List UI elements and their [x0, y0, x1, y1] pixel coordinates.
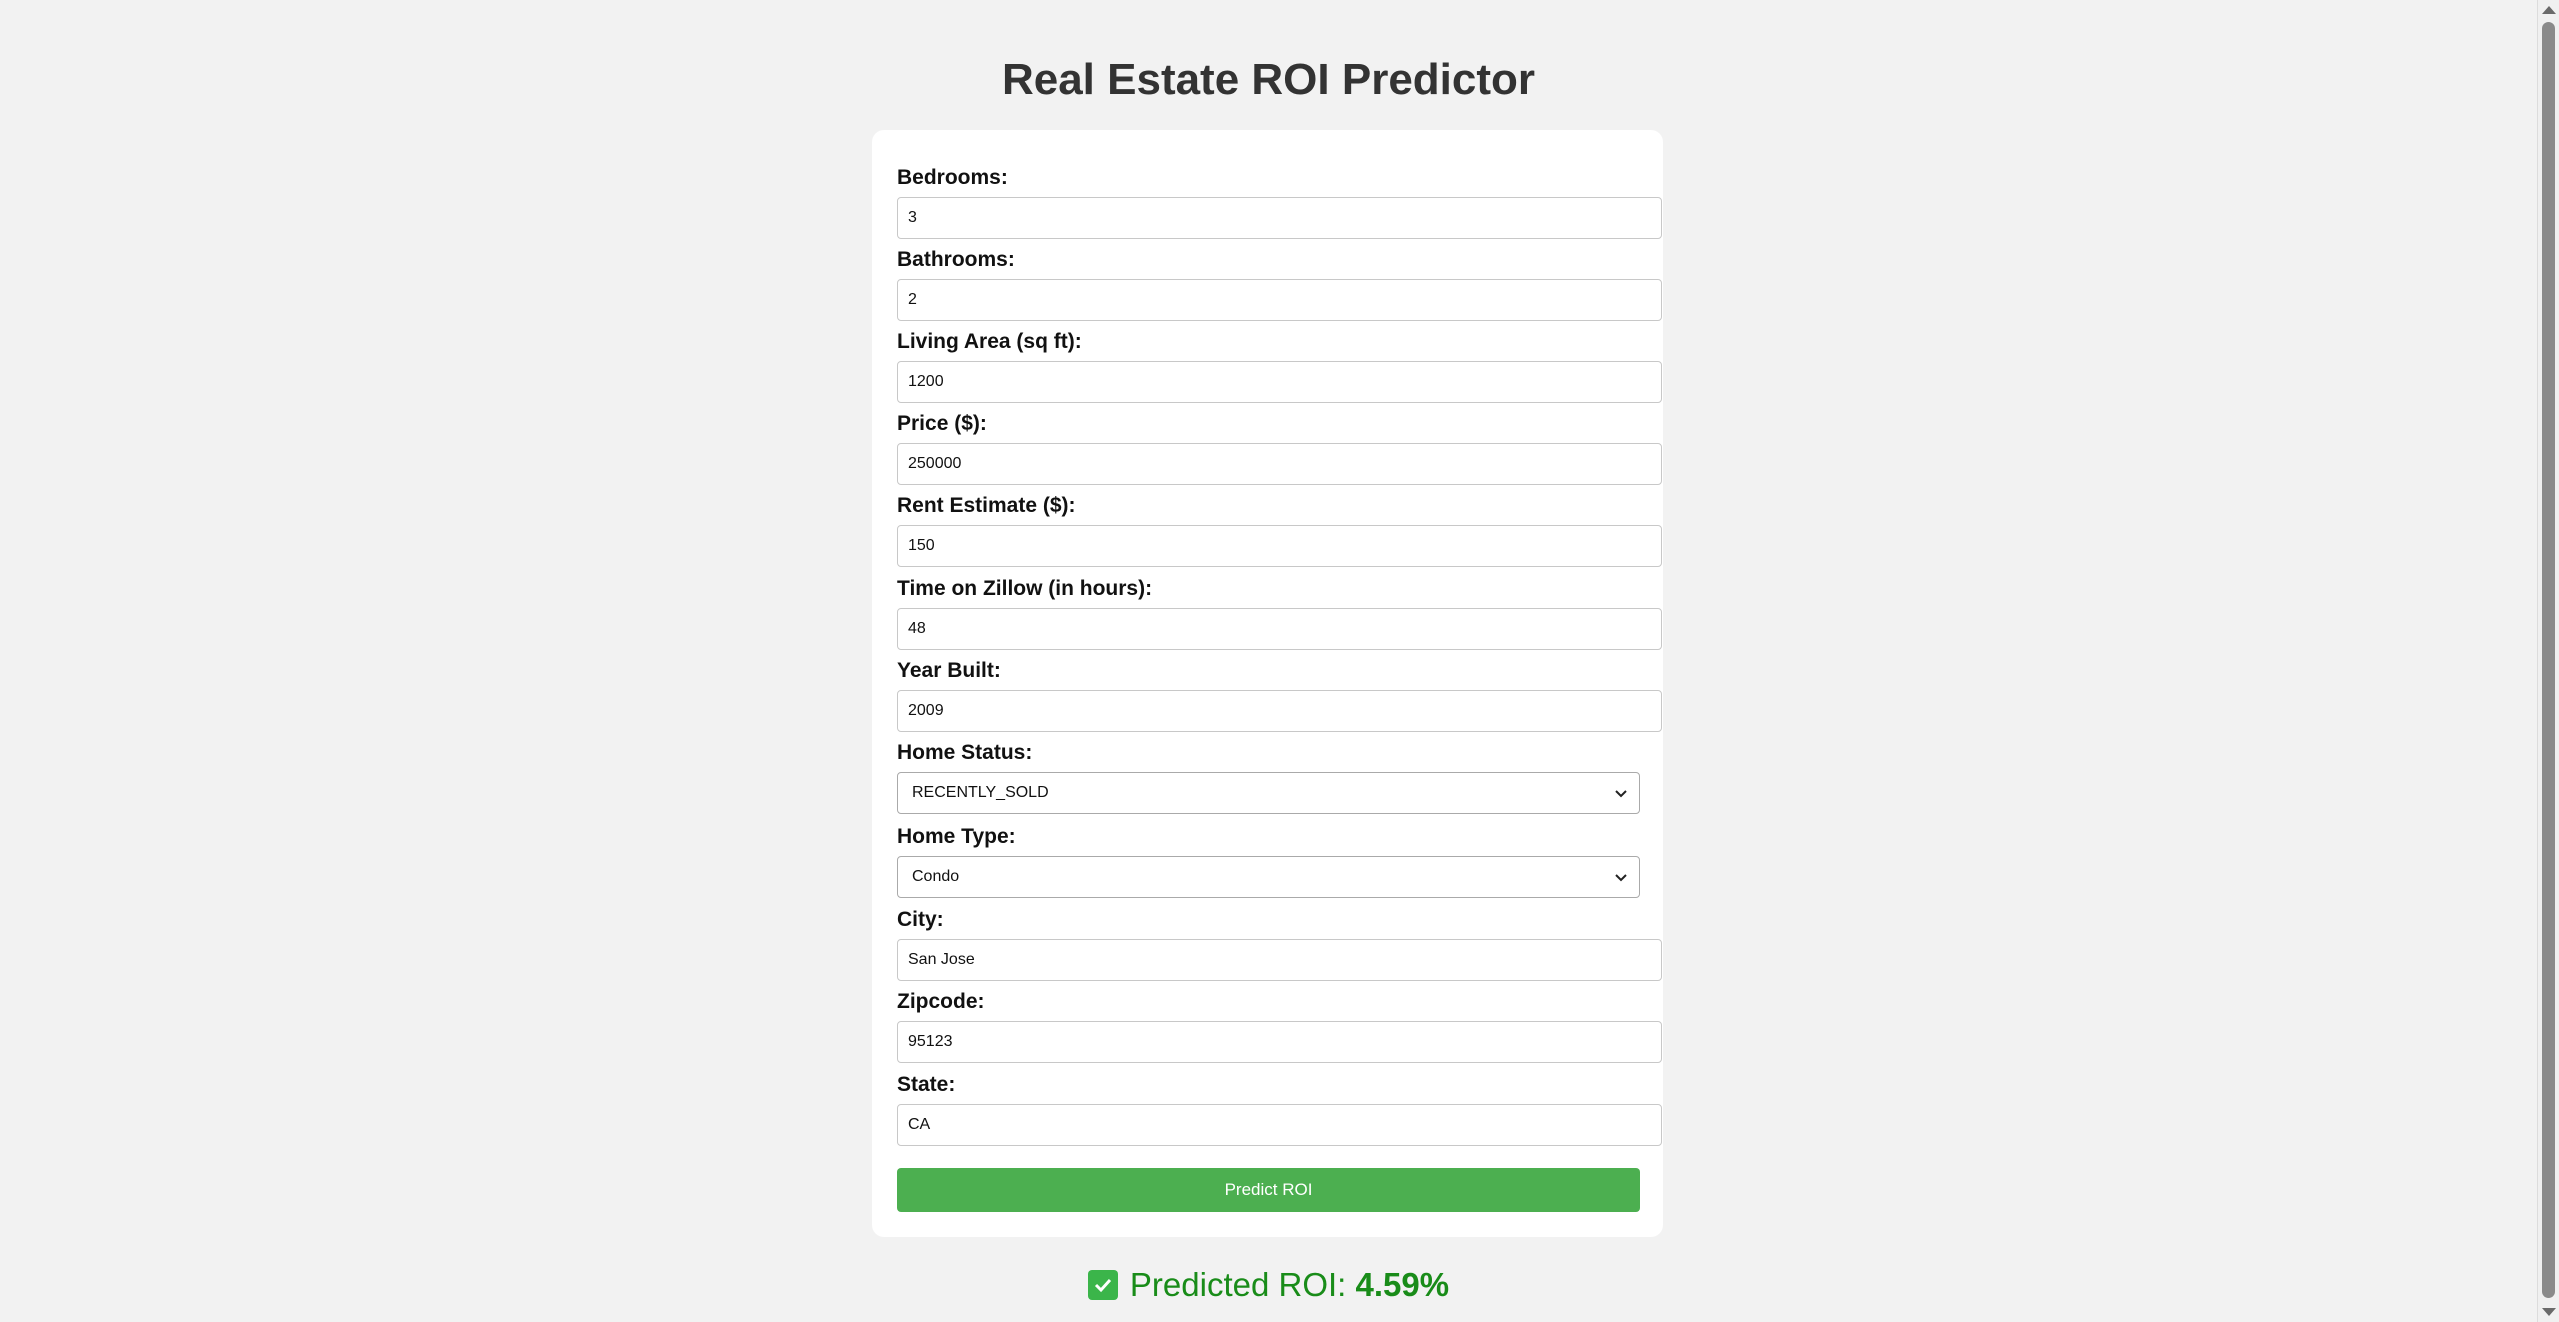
roi-form: Bedrooms: 3 Bathrooms: 2 Living Area (sq… [872, 130, 1663, 1237]
state-field-group: State: CA [897, 1072, 1662, 1146]
home-type-label: Home Type: [897, 825, 1016, 848]
check-box-icon [1087, 1270, 1118, 1300]
price-label: Price ($): [897, 412, 987, 435]
bedrooms-input[interactable]: 3 [897, 197, 1662, 239]
rent-estimate-input[interactable]: 150 [897, 525, 1662, 567]
bathrooms-input[interactable]: 2 [897, 279, 1662, 321]
home-type-select[interactable]: Condo [897, 856, 1640, 898]
price-input[interactable]: 250000 [897, 443, 1662, 485]
city-label: City: [897, 908, 944, 931]
rent-estimate-label: Rent Estimate ($): [897, 494, 1076, 517]
home-type-selected-value: Condo [912, 868, 960, 885]
state-label: State: [897, 1073, 956, 1096]
home-status-selected-value: RECENTLY_SOLD [912, 784, 1049, 801]
year-built-field-group: Year Built: 2009 [897, 658, 1662, 732]
home-status-label: Home Status: [897, 741, 1033, 764]
home-type-field-group: Home Type: Condo [897, 824, 1640, 898]
living-area-input[interactable]: 1200 [897, 361, 1662, 403]
zipcode-label: Zipcode: [897, 990, 985, 1013]
state-input[interactable]: CA [897, 1104, 1662, 1146]
page-title: Real Estate ROI Predictor [1001, 55, 1536, 104]
scrollbar-thumb[interactable] [2542, 22, 2555, 1298]
time-on-zillow-input[interactable]: 48 [897, 608, 1662, 650]
scroll-up-arrow-icon[interactable] [2542, 6, 2556, 14]
predict-roi-button[interactable]: Predict ROI [897, 1168, 1640, 1212]
city-input[interactable]: San Jose [897, 939, 1662, 981]
time-on-zillow-label: Time on Zillow (in hours): [897, 577, 1153, 600]
living-area-label: Living Area (sq ft): [897, 330, 1082, 353]
chevron-down-icon [1615, 790, 1627, 798]
time-on-zillow-field-group: Time on Zillow (in hours): 48 [897, 576, 1662, 650]
bathrooms-label: Bathrooms: [897, 248, 1015, 271]
bedrooms-field-group: Bedrooms: 3 [897, 165, 1662, 239]
zipcode-input[interactable]: 95123 [897, 1021, 1662, 1063]
living-area-field-group: Living Area (sq ft): 1200 [897, 329, 1662, 403]
year-built-input[interactable]: 2009 [897, 690, 1662, 732]
vertical-scrollbar[interactable] [2537, 0, 2559, 1322]
chevron-down-icon [1615, 874, 1627, 882]
rent-estimate-field-group: Rent Estimate ($): 150 [897, 493, 1662, 567]
home-status-select[interactable]: RECENTLY_SOLD [897, 772, 1640, 814]
prediction-result: Predicted ROI: 4.59% [0, 1265, 2537, 1305]
year-built-label: Year Built: [897, 659, 1001, 682]
scroll-down-arrow-icon[interactable] [2542, 1308, 2556, 1316]
price-field-group: Price ($): 250000 [897, 411, 1662, 485]
city-field-group: City: San Jose [897, 907, 1662, 981]
result-value: 4.59% [1355, 1266, 1450, 1303]
bathrooms-field-group: Bathrooms: 2 [897, 247, 1662, 321]
result-label: Predicted ROI: [1129, 1266, 1347, 1303]
zipcode-field-group: Zipcode: 95123 [897, 989, 1662, 1063]
bedrooms-label: Bedrooms: [897, 166, 1008, 189]
page: Real Estate ROI Predictor Bedrooms: 3 Ba… [0, 0, 2559, 1322]
home-status-field-group: Home Status: RECENTLY_SOLD [897, 740, 1640, 814]
